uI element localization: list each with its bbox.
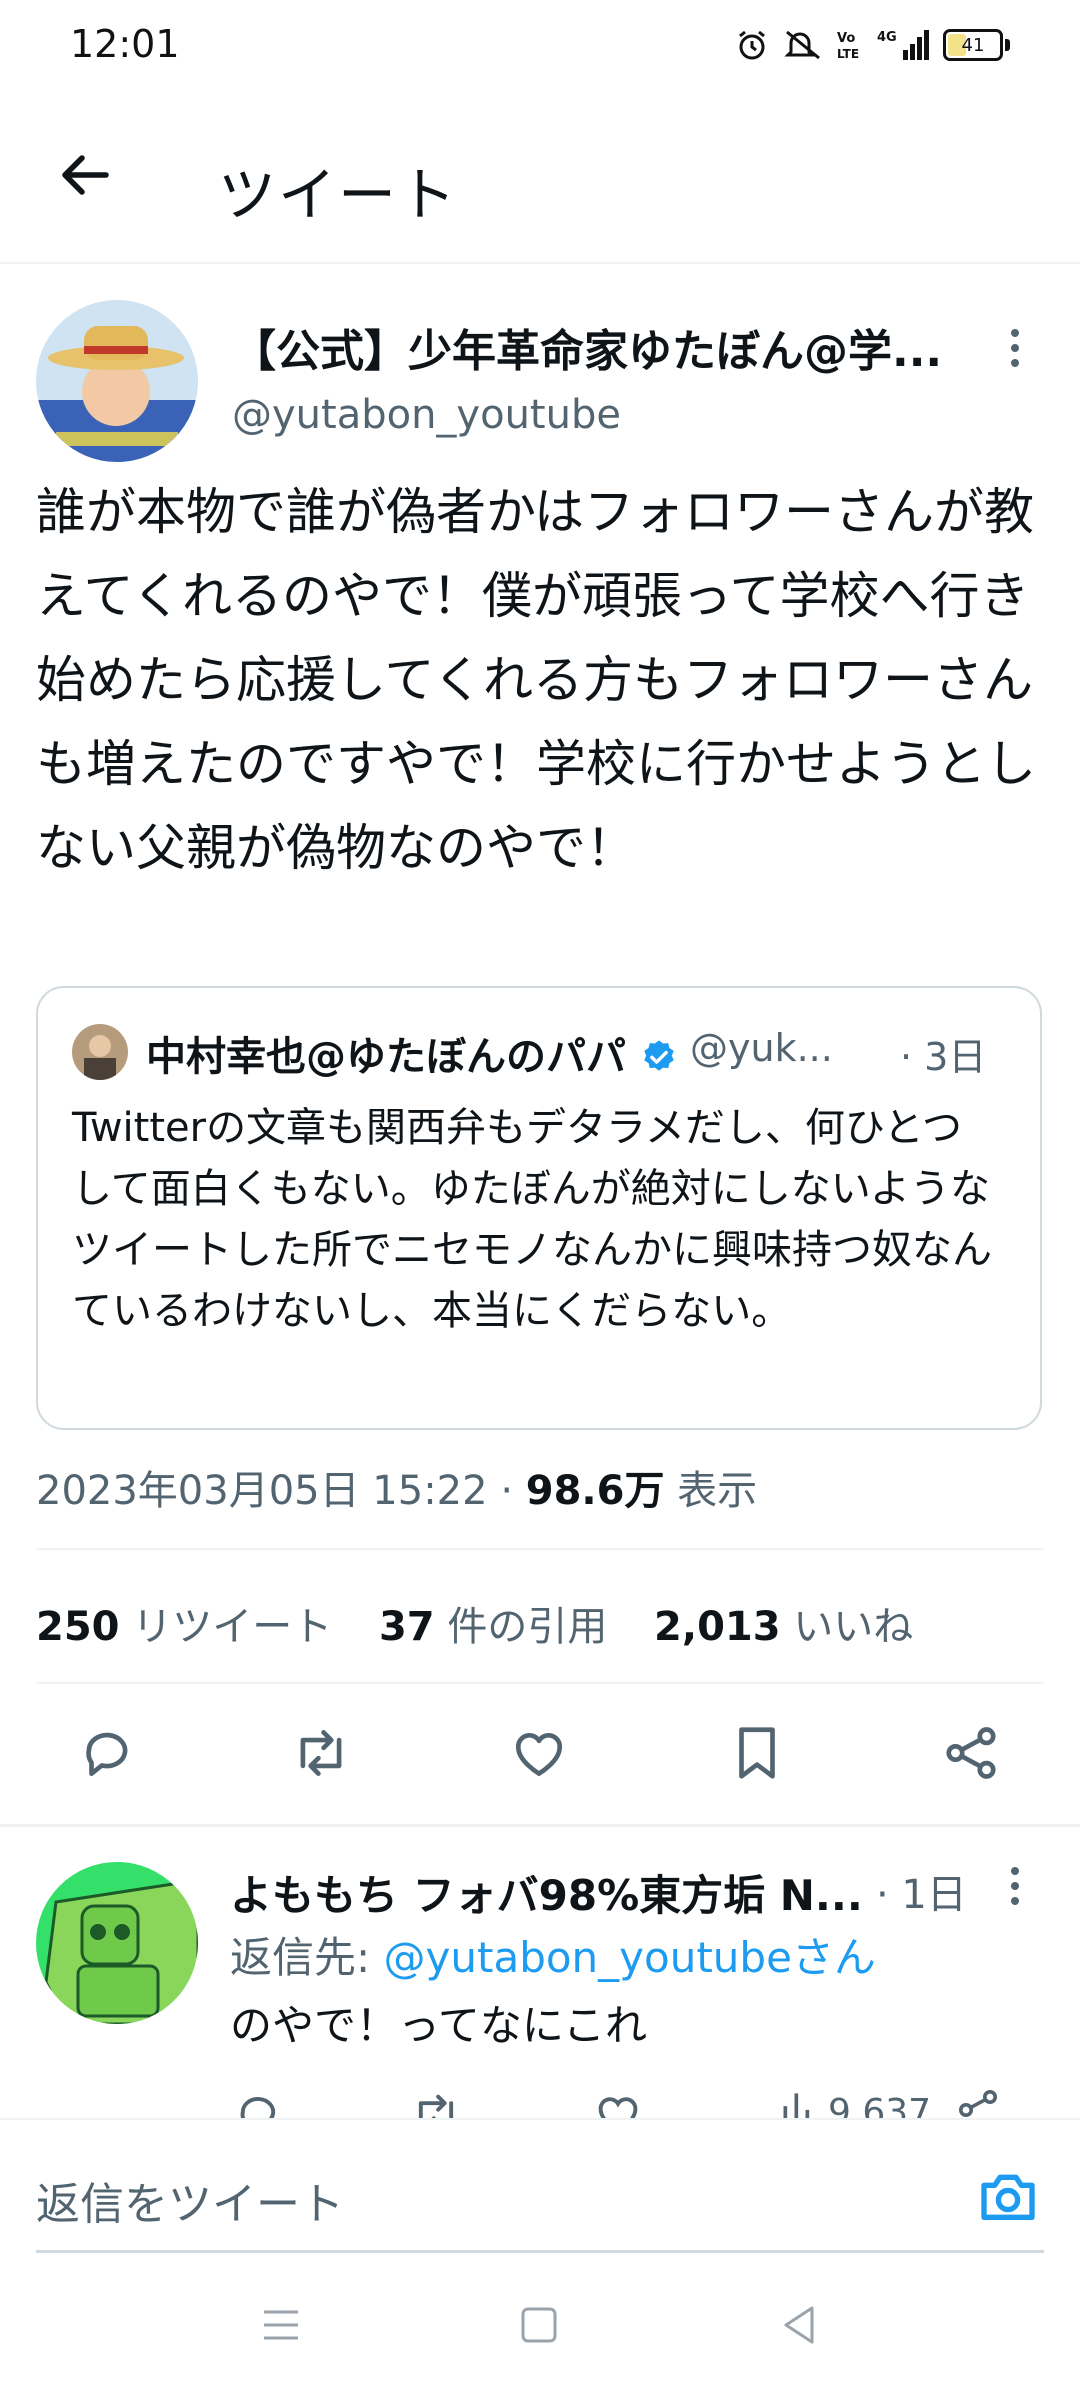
tweet-stats: 250 リツイート 37 件の引用 2,013 いいね	[36, 1594, 913, 1652]
tweet-text: 誰が本物で誰が偽者かはフォロワーさんが教えてくれるのやで！僕が頑張って学校へ行き…	[36, 483, 1036, 877]
quotes-stat[interactable]: 37 件の引用	[379, 1604, 607, 1650]
meta-divider	[36, 1548, 1044, 1550]
bookmark-icon[interactable]	[726, 1722, 788, 1784]
reply-retweet-icon[interactable]	[410, 2088, 462, 2118]
reply-time: · 1日	[876, 1872, 967, 1918]
likes-stat[interactable]: 2,013 いいね	[654, 1604, 913, 1650]
quote-author-avatar	[72, 1024, 128, 1080]
stats-divider	[36, 1682, 1044, 1684]
compose-underline	[36, 2250, 1044, 2253]
status-icons: Vo LTE 4G 41	[735, 28, 1010, 62]
reply-text: のやで！ってなにこれ	[230, 2001, 648, 2050]
author-name[interactable]: 【公式】少年革命家ゆたぼん@学...	[232, 315, 952, 379]
reply-like-icon[interactable]	[592, 2088, 644, 2118]
quote-label: 件の引用	[447, 1604, 608, 1650]
reply-more-options-icon[interactable]	[1005, 1865, 1025, 1907]
reply-to: 返信先: @yutabon_youtubeさん	[230, 1924, 876, 1985]
svg-text:LTE: LTE	[837, 47, 859, 61]
reply-reply-icon[interactable]	[232, 2088, 284, 2118]
retweet-count: 250	[36, 1604, 120, 1650]
author-avatar[interactable]	[36, 300, 198, 462]
alarm-icon	[739, 30, 765, 60]
share-icon[interactable]	[940, 1722, 1002, 1784]
reply-author-avatar[interactable]	[36, 1862, 198, 2024]
camera-icon[interactable]	[976, 2164, 1040, 2228]
svg-text:Vo: Vo	[837, 31, 855, 46]
signal-icon: 4G	[877, 30, 929, 60]
view-count: 98.6万	[525, 1468, 665, 1514]
retweets-stat[interactable]: 250 リツイート	[36, 1604, 332, 1650]
battery-level: 41	[961, 34, 985, 56]
reply-to-prefix: 返信先:	[230, 1933, 384, 1982]
back-arrow-icon[interactable]	[50, 140, 120, 210]
quote-author-name-text: 中村幸也@ゆたぼんのパパ	[146, 1034, 626, 1080]
reply-input[interactable]: 返信をツイート	[36, 2168, 344, 2232]
author-handle[interactable]: @yutabon_youtube	[232, 392, 621, 438]
quote-author-handle: @yuk...	[690, 1026, 833, 1070]
like-count: 2,013	[654, 1604, 781, 1650]
reply-view-count: 9,637	[828, 2092, 932, 2118]
battery-icon: 41	[943, 29, 1003, 61]
view-label: 表示	[677, 1468, 758, 1514]
svg-text:4G: 4G	[877, 30, 897, 45]
meta-separator: ·	[500, 1468, 514, 1514]
reply-author-name[interactable]: よももち フォバ98%東方垢 N...	[230, 1862, 863, 1923]
status-time: 12:01	[70, 22, 180, 66]
menu-nav-icon[interactable]	[258, 2302, 304, 2348]
actions-divider	[0, 1824, 1080, 1827]
reply-share-icon[interactable]	[954, 2086, 1002, 2118]
header-divider	[0, 262, 1080, 264]
back-nav-icon[interactable]	[776, 2302, 822, 2348]
verified-badge-icon	[644, 1040, 674, 1071]
quote-count: 37	[378, 1604, 435, 1650]
like-icon[interactable]	[508, 1722, 570, 1784]
reply-actions: 9,637	[0, 2068, 1080, 2118]
reply-to-mention[interactable]: @yutabon_youtubeさん	[384, 1933, 876, 1982]
battery-nub	[1005, 39, 1010, 51]
more-options-icon[interactable]	[1005, 327, 1025, 369]
reply-icon[interactable]	[76, 1722, 138, 1784]
views-icon[interactable]	[778, 2086, 822, 2118]
quote-time: · 3日	[900, 1035, 987, 1079]
page-title: ツイート	[218, 161, 459, 229]
like-label: いいね	[793, 1604, 914, 1650]
volte-icon: VoLTE	[837, 31, 859, 61]
retweet-icon[interactable]	[290, 1722, 352, 1784]
quote-author-name: 中村幸也@ゆたぼんのパパ	[146, 1024, 678, 1082]
mute-icon	[784, 30, 820, 60]
quote-text: Twitterの文章も関西弁もデタラメだし、何ひとつして面白くもない。ゆたぼんが…	[72, 1105, 992, 1334]
tweet-date: 2023年03月05日 15:22	[36, 1468, 488, 1514]
home-nav-icon[interactable]	[516, 2302, 562, 2348]
retweet-label: リツイート	[132, 1604, 333, 1650]
tweet-meta: 2023年03月05日 15:22 · 98.6万 表示	[36, 1458, 757, 1516]
